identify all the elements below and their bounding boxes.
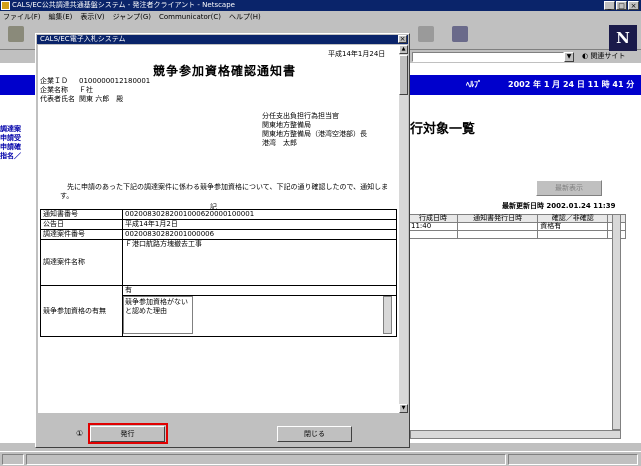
document-body: 先に申請のあった下記の調達案件に係わる競争参加資格について、下記の通り確認したの… [60, 183, 389, 200]
menu-communicator[interactable]: Communicator(C) [159, 11, 221, 23]
project-number: 00200830282001000006 [122, 229, 397, 240]
scroll-down-icon[interactable]: ▼ [399, 404, 408, 413]
project-name-label: 調達案件名称 [40, 239, 123, 286]
status-text [26, 454, 506, 465]
scroll-up-icon[interactable]: ▲ [399, 45, 408, 54]
background-table: 行成日時 通知書発行日時 確認／非確認 通 11:40 資格有 [407, 214, 626, 239]
sender-block: 分任支出負担行為担当官 関東地方整備局 関東地方整備局（港湾空港部）長 港湾 太… [262, 112, 367, 148]
reason-area: 競争参加資格がないと認めた理由 [123, 296, 396, 336]
notice-number-label: 通知書番号 [40, 209, 123, 220]
table-row[interactable]: 11:40 資格有 [407, 222, 626, 231]
dialog-vertical-scrollbar[interactable]: ▲ ▼ [399, 45, 408, 413]
last-updated: 最新更新日時 2002.01.24 11:39 [502, 202, 616, 210]
reason-textarea[interactable]: 競争参加資格がないと認めた理由 [123, 296, 193, 334]
nav-item-application-receipt[interactable]: 申請受 [0, 134, 32, 143]
table-row[interactable] [407, 230, 626, 239]
record-table: 通知書番号 00200830282001000620000100001 公告日 … [40, 209, 397, 337]
minimize-button[interactable]: _ [604, 1, 615, 10]
issue-button[interactable]: 発行 [90, 426, 165, 442]
left-nav: 調達案 申請受 申請確 指名／ [0, 118, 32, 178]
step-marker: ① [76, 429, 84, 438]
project-name: Ｆ港口航路方塊撤去工事 [122, 239, 397, 286]
col-notice-issued: 通知書発行日時 [457, 214, 539, 223]
browser-title-bar: CALS/EC公共調達共通基盤システム - 発注者クライアント - Netsca… [0, 0, 641, 11]
company-id-label: 企業ＩＤ [40, 77, 68, 85]
close-button[interactable]: 閉じる [277, 426, 352, 442]
company-name: Ｆ社 [79, 86, 93, 94]
announce-date-label: 公告日 [40, 219, 123, 230]
dialog-title: CALS/EC電子入札システム [40, 35, 126, 43]
location-field[interactable] [412, 52, 564, 62]
stop-icon[interactable] [418, 26, 434, 42]
menu-bar: ファイル(F) 編集(E) 表示(V) ジャンプ(G) Communicator… [0, 11, 641, 23]
refresh-display-button[interactable]: 最新表示 [536, 180, 602, 196]
sender-line: 関東地方整備局（港湾空港部）長 [262, 130, 367, 138]
sender-line: 分任支出負担行為担当官 [262, 112, 339, 120]
notice-number: 00200830282001000620000100001 [122, 209, 397, 220]
netscape-logo: N [609, 25, 637, 51]
eligibility-label: 競争参加資格の有無 [40, 285, 123, 337]
browser-title: CALS/EC公共調達共通基盤システム - 発注者クライアント - Netsca… [12, 1, 235, 9]
sender-line: 関東地方整備局 [262, 121, 311, 129]
maximize-button[interactable]: □ [616, 1, 627, 10]
scroll-thumb[interactable] [399, 55, 408, 95]
location-dropdown-icon[interactable]: ▼ [564, 52, 574, 62]
menu-edit[interactable]: 編集(E) [49, 11, 73, 23]
nav-item-nomination[interactable]: 指名／ [0, 152, 32, 161]
nav-item-application-confirm[interactable]: 申請確 [0, 143, 32, 152]
recipient-info: 企業ＩＤ 0100000012180001 企業名称 Ｆ社 代表者氏名 関東 六… [40, 77, 154, 104]
security-icon[interactable] [2, 454, 24, 465]
representative-label: 代表者氏名 [40, 95, 75, 103]
company-name-label: 企業名称 [40, 86, 68, 94]
status-bar [0, 451, 641, 466]
table-row: 調達案件番号 00200830282001000006 [40, 229, 397, 240]
help-link[interactable]: ﾍﾙﾌﾟ [466, 75, 482, 95]
document-date: 平成14年1月24日 [328, 50, 386, 58]
menu-help[interactable]: ヘルプ(H) [229, 11, 261, 23]
sender-line: 港湾 太郎 [262, 139, 297, 147]
menu-go[interactable]: ジャンプ(G) [113, 11, 151, 23]
background-heading: 行対象一覧 [410, 122, 476, 137]
document-title: 競争参加資格確認通知書 [153, 64, 297, 78]
nav-item-procurement[interactable]: 調達案 [0, 125, 32, 134]
app-icon [1, 1, 10, 10]
reason-scrollbar[interactable] [383, 296, 392, 334]
eligibility-cell: 有 競争参加資格がないと認めた理由 [122, 285, 397, 337]
company-id: 0100000012180001 [79, 77, 151, 85]
background-vertical-scrollbar[interactable] [612, 214, 621, 430]
representative: 関東 六郎 殿 [79, 95, 124, 103]
table-row: 公告日 平成14年1月2日 [40, 219, 397, 230]
table-row: 通知書番号 00200830282001000620000100001 [40, 209, 397, 220]
dialog-title-bar: CALS/EC電子入札システム × [37, 35, 408, 44]
dialog-close-icon[interactable]: × [398, 35, 407, 43]
table-row: 調達案件名称 Ｆ港口航路方塊撤去工事 [40, 239, 397, 286]
related-sites-button[interactable]: ◐ 関連サイト [582, 51, 625, 61]
related-sites-label: 関連サイト [590, 52, 626, 60]
back-icon[interactable] [8, 26, 24, 42]
close-window-button[interactable]: × [628, 1, 639, 10]
background-horizontal-scrollbar[interactable] [410, 430, 621, 439]
announce-date: 平成14年1月2日 [122, 219, 397, 230]
current-date-time: 2002 年 1 月 24 日 11 時 41 分 [508, 80, 635, 89]
menu-view[interactable]: 表示(V) [80, 11, 104, 23]
component-bar [508, 454, 638, 465]
dialog-footer: ① 発行 閉じる [38, 416, 408, 446]
project-number-label: 調達案件番号 [40, 229, 123, 240]
menu-file[interactable]: ファイル(F) [3, 11, 41, 23]
eligibility-value: 有 [123, 286, 396, 296]
print-icon[interactable] [452, 26, 468, 42]
table-row: 競争参加資格の有無 有 競争参加資格がないと認めた理由 [40, 285, 397, 337]
notice-document: 平成14年1月24日 競争参加資格確認通知書 企業ＩＤ 010000001218… [38, 45, 399, 413]
notice-dialog: CALS/EC電子入札システム × 平成14年1月24日 競争参加資格確認通知書… [35, 33, 410, 448]
